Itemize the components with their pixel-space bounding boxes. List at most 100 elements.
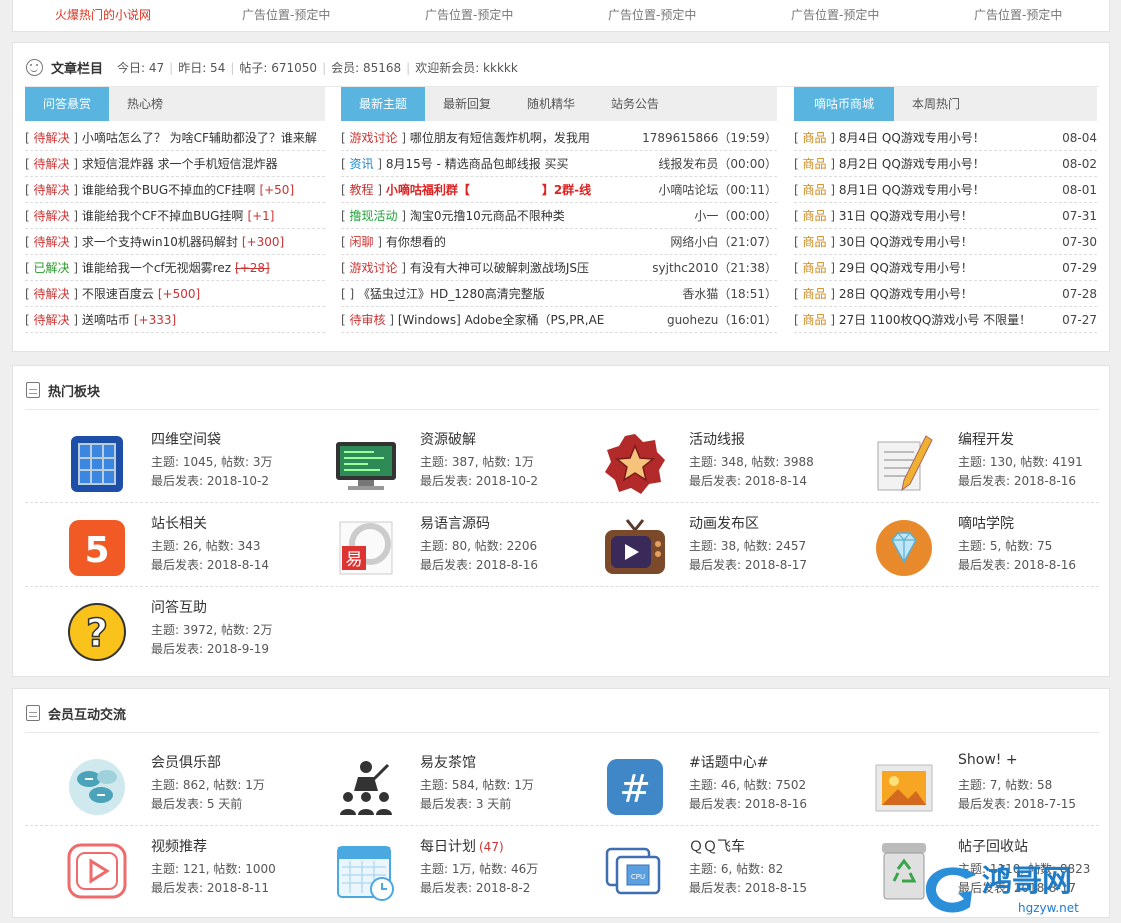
forum-name-link[interactable]: #话题中心# xyxy=(689,752,768,772)
list-item[interactable]: [ 待解决 ] 送嘀咕币 [+333] xyxy=(25,307,325,333)
forum-name-link[interactable]: 编程开发 xyxy=(958,429,1014,449)
forum-item[interactable]: 编程开发 主题: 130, 帖数: 4191 最后发表: 2018-8-16 xyxy=(832,418,1101,502)
list-item[interactable]: [ 商品 ] 8月4日 QQ游戏专用小号！ 08-04 xyxy=(794,125,1097,151)
list-item[interactable]: [ 待解决 ] 谁能给我个CF不掉血BUG挂啊 [+1] xyxy=(25,203,325,229)
tv-play-icon[interactable] xyxy=(603,516,667,580)
item-title-link[interactable]: 8月15号 - 精选商品包邮线报 买买 xyxy=(386,157,569,171)
item-title-link[interactable]: 小嘀咕怎么了？ 为啥CF辅助都没了？谁来解 xyxy=(82,131,317,145)
diamond-icon[interactable] xyxy=(872,516,936,580)
item-title-link[interactable]: 谁能给我个BUG不掉血的CF挂啊 xyxy=(82,183,256,197)
star-badge-icon[interactable] xyxy=(603,432,667,496)
item-tag[interactable]: 商品 xyxy=(803,157,827,171)
video-play-icon[interactable] xyxy=(65,839,129,903)
forum-name-link[interactable]: 问答互助 xyxy=(151,597,207,617)
item-tag[interactable]: 商品 xyxy=(803,261,827,275)
group-meeting-icon[interactable] xyxy=(334,755,398,819)
item-title-link[interactable]: 谁能给我一个cf无视烟雾rez xyxy=(82,261,231,275)
forum-name[interactable]: 问答互助 xyxy=(151,600,207,616)
forum-name-link[interactable]: 会员俱乐部 xyxy=(151,752,221,772)
ad-slot[interactable]: 广告位置-预定中 xyxy=(791,6,879,23)
tab-announcements[interactable]: 站务公告 xyxy=(593,87,677,121)
item-title-link[interactable]: [Windows] Adobe全家桶（PS,PR,AE xyxy=(398,313,605,327)
forum-name[interactable]: 站长相关 xyxy=(151,516,207,532)
storage-icon[interactable] xyxy=(65,432,129,496)
ad-link-novel[interactable]: 火爆热门的小说网 xyxy=(55,6,151,23)
list-item[interactable]: [ ] 《猛虫过江》HD_1280高清完整版 香水猫（18:51） xyxy=(341,281,777,307)
list-item[interactable]: [ 商品 ] 27日 1100枚QQ游戏小号 不限量！ 07-27 xyxy=(794,307,1097,333)
item-title-link[interactable]: 有没有大神可以破解刺激战场JS压 xyxy=(410,261,589,275)
forum-name[interactable]: 帖子回收站 xyxy=(958,839,1028,855)
list-item[interactable]: [ 撸现活动 ] 淘宝0元撸10元商品不限种类 小一（00:00） xyxy=(341,203,777,229)
list-item[interactable]: [ 资讯 ] 8月15号 - 精选商品包邮线报 买买 线报发布员（00:00） xyxy=(341,151,777,177)
forum-name[interactable]: 会员俱乐部 xyxy=(151,755,221,771)
monitor-icon[interactable] xyxy=(334,432,398,496)
forum-name[interactable]: 资源破解 xyxy=(420,432,476,448)
forum-name[interactable]: 嘀咕学院 xyxy=(958,516,1014,532)
forum-item[interactable]: 易 易语言源码 主题: 80, 帖数: 2206 最后发表: 2018-8-16 xyxy=(294,502,563,586)
list-item[interactable]: [ 商品 ] 8月2日 QQ游戏专用小号！ 08-02 xyxy=(794,151,1097,177)
item-title-link[interactable]: 8月1日 QQ游戏专用小号！ xyxy=(839,183,985,197)
item-title-link[interactable]: 28日 QQ游戏专用小号！ xyxy=(839,287,973,301)
forum-name[interactable]: 动画发布区 xyxy=(689,516,759,532)
item-title-link[interactable]: 8月4日 QQ游戏专用小号！ xyxy=(839,131,985,145)
forum-name-link[interactable]: 嘀咕学院 xyxy=(958,513,1014,533)
item-title-link[interactable]: 有你想看的 xyxy=(386,235,446,249)
ad-slot[interactable]: 广告位置-预定中 xyxy=(425,6,513,23)
forum-name[interactable]: 四维空间袋 xyxy=(151,432,221,448)
item-tag[interactable]: 游戏讨论 xyxy=(350,261,398,275)
list-item[interactable]: [ 已解决 ] 谁能给我一个cf无视烟雾rez [+28] xyxy=(25,255,325,281)
tab-digu-shop[interactable]: 嘀咕币商城 xyxy=(794,87,895,121)
list-item[interactable]: [ 待解决 ] 不限速百度云 [+500] xyxy=(25,281,325,307)
item-tag[interactable]: 待解决 xyxy=(34,183,70,197)
item-title-link[interactable]: 小嘀咕福利群【 】2群-线 xyxy=(386,183,591,197)
item-title-link[interactable]: 8月2日 QQ游戏专用小号！ xyxy=(839,157,985,171)
item-title-link[interactable]: 不限速百度云 xyxy=(82,287,154,301)
question-icon[interactable]: ? xyxy=(65,600,129,664)
item-tag[interactable]: 游戏讨论 xyxy=(350,131,398,145)
list-item[interactable]: [ 待解决 ] 求短信混炸器 求一个手机短信混炸器 xyxy=(25,151,325,177)
item-tag[interactable]: 待解决 xyxy=(34,235,70,249)
forum-item[interactable]: 资源破解 主题: 387, 帖数: 1万 最后发表: 2018-10-2 xyxy=(294,418,563,502)
list-item[interactable]: [ 游戏讨论 ] 有没有大神可以破解刺激战场JS压 syjthc2010（21:3… xyxy=(341,255,777,281)
list-item[interactable]: [ 游戏讨论 ] 哪位朋友有短信轰炸机啊，发我用 1789615866（19:59… xyxy=(341,125,777,151)
list-item[interactable]: [ 闲聊 ] 有你想看的 网络小白（21:07） xyxy=(341,229,777,255)
item-tag[interactable]: 待解决 xyxy=(34,209,70,223)
ad-slot[interactable]: 广告位置-预定中 xyxy=(242,6,330,23)
item-tag[interactable]: 资讯 xyxy=(350,157,374,171)
hashtag-icon[interactable]: # xyxy=(603,755,667,819)
tab-weekly-hot[interactable]: 本周热门 xyxy=(894,87,978,121)
forum-item[interactable]: 嘀咕学院 主题: 5, 帖数: 75 最后发表: 2018-8-16 xyxy=(832,502,1101,586)
forum-item[interactable]: 四维空间袋 主题: 1045, 帖数: 3万 最后发表: 2018-10-2 xyxy=(25,418,294,502)
item-tag[interactable]: 待解决 xyxy=(34,157,70,171)
item-title-link[interactable]: 淘宝0元撸10元商品不限种类 xyxy=(410,209,565,223)
forum-name-link[interactable]: 活动线报 xyxy=(689,429,745,449)
list-item[interactable]: [ 商品 ] 29日 QQ游戏专用小号！ 07-29 xyxy=(794,255,1097,281)
forum-item[interactable]: 活动线报 主题: 348, 帖数: 3988 最后发表: 2018-8-14 xyxy=(563,418,832,502)
item-tag[interactable]: 待解决 xyxy=(34,313,70,327)
forum-name-link[interactable]: 每日计划 (47) xyxy=(420,836,504,856)
picture-icon[interactable] xyxy=(872,755,936,819)
item-tag[interactable]: 闲聊 xyxy=(350,235,374,249)
item-tag[interactable]: 待解决 xyxy=(34,131,70,145)
list-item[interactable]: [ 商品 ] 30日 QQ游戏专用小号！ 07-30 xyxy=(794,229,1097,255)
forum-item[interactable]: 视频推荐 主题: 121, 帖数: 1000 最后发表: 2018-8-11 xyxy=(25,825,294,909)
tab-enthusiast-rank[interactable]: 热心榜 xyxy=(109,87,181,121)
item-title-link[interactable]: 31日 QQ游戏专用小号！ xyxy=(839,209,973,223)
forum-name-link[interactable]: 视频推荐 xyxy=(151,836,207,856)
forum-item[interactable]: # #话题中心# 主题: 46, 帖数: 7502 最后发表: 2018-8-16 xyxy=(563,741,832,825)
item-title-link[interactable]: 27日 1100枚QQ游戏小号 不限量！ xyxy=(839,313,1031,327)
ad-slot[interactable]: 广告位置-预定中 xyxy=(974,6,1062,23)
item-title-link[interactable]: 求短信混炸器 求一个手机短信混炸器 xyxy=(82,157,278,171)
item-tag[interactable]: 商品 xyxy=(803,313,827,327)
tab-latest-topics[interactable]: 最新主题 xyxy=(341,87,426,121)
cpu-icon[interactable]: CPU xyxy=(603,839,667,903)
calendar-icon[interactable] xyxy=(334,839,398,903)
forum-name-link[interactable]: ＱＱ飞车 xyxy=(689,836,745,856)
chat-bubbles-icon[interactable] xyxy=(65,755,129,819)
item-tag[interactable]: 撸现活动 xyxy=(350,209,398,223)
forum-name[interactable]: ＱＱ飞车 xyxy=(689,839,745,855)
ad-slot[interactable]: 广告位置-预定中 xyxy=(608,6,696,23)
list-item[interactable]: [ 商品 ] 28日 QQ游戏专用小号！ 07-28 xyxy=(794,281,1097,307)
item-title-link[interactable]: 《猛虫过江》HD_1280高清完整版 xyxy=(358,287,545,301)
item-tag[interactable]: 商品 xyxy=(803,209,827,223)
